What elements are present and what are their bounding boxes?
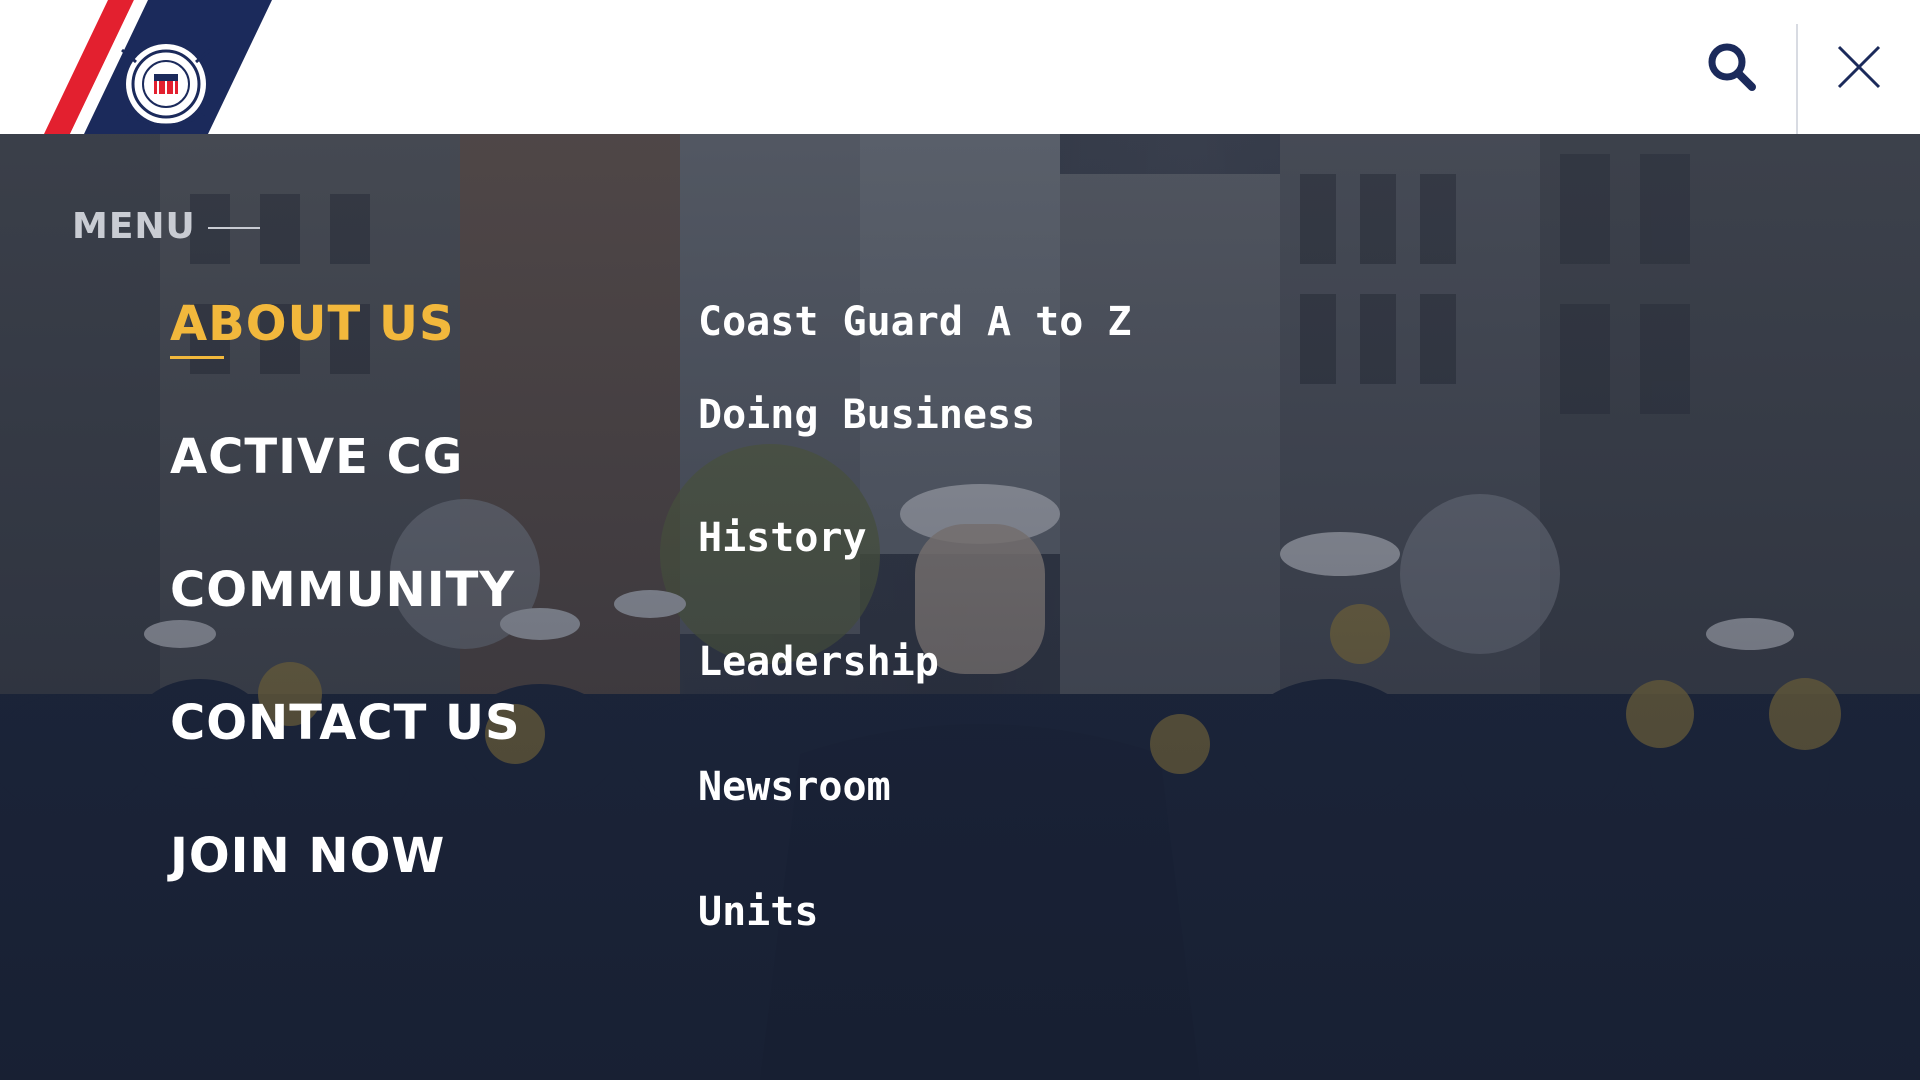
close-icon [1837, 45, 1881, 89]
menu-heading: MENU [72, 206, 260, 247]
primary-menu: ABOUT US ACTIVE CG COMMUNITY CONTACT US … [170, 300, 521, 965]
search-icon [1708, 43, 1756, 91]
active-indicator [170, 356, 224, 359]
submenu-item-history[interactable]: History [698, 514, 867, 562]
menu-item-active-cg[interactable]: ACTIVE CG [170, 433, 521, 481]
menu-item-community[interactable]: COMMUNITY [170, 566, 521, 614]
submenu-item-doing-business[interactable]: Doing Business [698, 391, 1035, 439]
menu-heading-text: MENU [72, 206, 196, 247]
menu-item-label: COMMUNITY [170, 562, 516, 618]
menu-item-about-us[interactable]: ABOUT US [170, 300, 521, 359]
menu-item-label: ACTIVE CG [170, 429, 464, 485]
menu-item-join-now[interactable]: JOIN NOW [170, 832, 521, 880]
menu-item-label: JOIN NOW [170, 828, 446, 884]
submenu-item-units[interactable]: Units [698, 888, 818, 936]
menu-item-contact-us[interactable]: CONTACT US [170, 699, 521, 747]
logo-stripe-graphic [44, 0, 272, 134]
menu-item-label: ABOUT US [170, 296, 455, 352]
header-actions [1668, 0, 1920, 134]
search-button[interactable] [1668, 0, 1796, 134]
menu-item-label: CONTACT US [170, 695, 521, 751]
submenu-item-coast-guard-a-to-z[interactable]: Coast Guard A to Z [698, 298, 1131, 346]
close-menu-button[interactable] [1798, 0, 1920, 134]
submenu-item-newsroom[interactable]: Newsroom [698, 763, 891, 811]
menu-heading-line [207, 226, 260, 229]
site-header [0, 0, 1920, 134]
coast-guard-logo[interactable] [0, 0, 280, 134]
submenu-item-leadership[interactable]: Leadership [698, 638, 939, 686]
